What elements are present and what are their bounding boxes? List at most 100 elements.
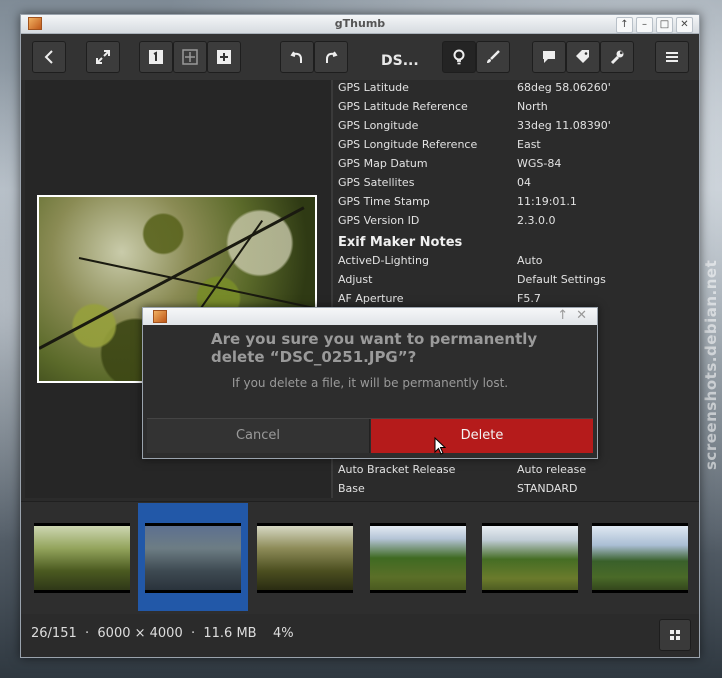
keep-above-button[interactable]: ↑ (616, 17, 633, 33)
property-value: North (517, 100, 548, 113)
status-bar: 26/151 · 6000 × 4000 · 11.6 MB 4% (21, 614, 699, 657)
dialog-controls: ↑ ✕ (557, 308, 587, 323)
thumbnail-image (34, 523, 130, 593)
wrench-icon (610, 50, 624, 65)
thumbnail[interactable] (363, 503, 473, 611)
property-value: F5.7 (517, 292, 541, 305)
thumbnail-image (257, 523, 353, 593)
tags-button[interactable] (566, 41, 600, 73)
properties-toggle-button[interactable] (442, 41, 476, 73)
property-row: Adjust Default Settings (338, 273, 688, 292)
document-title: DS... (381, 53, 419, 69)
thumbnail-strip (21, 501, 699, 615)
thumbnail[interactable] (585, 503, 695, 611)
property-value: 2.3.0.0 (517, 214, 556, 227)
rotate-left-icon (290, 51, 302, 63)
rotate-left-button[interactable] (280, 41, 314, 73)
thumbnail[interactable] (475, 503, 585, 611)
main-menu-button[interactable] (655, 41, 689, 73)
back-button[interactable] (32, 41, 66, 73)
one-to-one-icon (149, 50, 163, 64)
property-row: GPS Time Stamp 11:19:01.1 (338, 195, 688, 214)
delete-button[interactable]: Delete (371, 419, 593, 453)
property-key: GPS Satellites (338, 176, 415, 189)
tag-icon (576, 50, 589, 63)
edit-tools-button[interactable] (476, 41, 510, 73)
main-toolbar: DS... (21, 34, 699, 80)
fullscreen-button[interactable] (86, 41, 120, 73)
tools-button[interactable] (600, 41, 634, 73)
lightbulb-icon (453, 49, 465, 65)
property-value: Auto (517, 254, 543, 267)
property-key: Auto Bracket Release (338, 463, 456, 476)
comment-button[interactable] (532, 41, 566, 73)
grid-icon (670, 630, 680, 640)
dialog-close-button[interactable]: ✕ (576, 308, 587, 323)
app-icon (153, 310, 167, 323)
dialog-keep-above-button[interactable]: ↑ (557, 308, 568, 323)
dialog-secondary-text: If you delete a file, it will be permane… (231, 376, 509, 390)
minimize-button[interactable]: – (636, 17, 653, 33)
dialog-button-row: Cancel Delete (147, 418, 593, 453)
property-key: Adjust (338, 273, 373, 286)
property-row: ActiveD-Lighting Auto (338, 254, 688, 273)
property-value: East (517, 138, 541, 151)
property-value: WGS-84 (517, 157, 562, 170)
property-key: GPS Latitude (338, 81, 409, 94)
property-row: GPS Longitude Reference East (338, 138, 688, 157)
cancel-button[interactable]: Cancel (147, 419, 370, 453)
delete-confirm-dialog: ↑ ✕ Are you sure you want to permanently… (142, 307, 598, 459)
thumbnail[interactable] (250, 503, 360, 611)
property-value: Default Settings (517, 273, 606, 286)
property-row: GPS Version ID 2.3.0.0 (338, 214, 688, 233)
image-info: 26/151 · 6000 × 4000 · 11.6 MB (31, 626, 257, 641)
property-row: GPS Satellites 04 (338, 176, 688, 195)
property-key: GPS Latitude Reference (338, 100, 468, 113)
property-value: 33deg 11.08390' (517, 119, 611, 132)
zoom-fit-button[interactable] (173, 41, 207, 73)
mouse-pointer-icon (434, 437, 446, 455)
property-key: GPS Version ID (338, 214, 420, 227)
zoom-fit-icon (182, 49, 198, 65)
window-titlebar[interactable]: gThumb ↑ – □ ✕ (21, 15, 699, 34)
zoom-in-button[interactable] (207, 41, 241, 73)
thumbnail[interactable] (27, 503, 137, 611)
property-value: 11:19:01.1 (517, 195, 577, 208)
property-value: STANDARD (517, 482, 578, 495)
plus-icon (217, 50, 231, 64)
dialog-primary-text: Are you sure you want to permanently del… (211, 330, 538, 366)
property-value: 04 (517, 176, 531, 189)
property-key: Base (338, 482, 365, 495)
close-window-button[interactable]: ✕ (676, 17, 693, 33)
window-controls: ↑ – □ ✕ (616, 17, 693, 33)
thumbnail-image (592, 523, 688, 593)
property-row: GPS Latitude 68deg 58.06260' (338, 81, 688, 100)
property-row: GPS Latitude Reference North (338, 100, 688, 119)
thumbnail-image (145, 523, 241, 593)
browser-grid-button[interactable] (659, 619, 691, 651)
rotate-right-button[interactable] (314, 41, 348, 73)
property-value: Auto release (517, 463, 587, 476)
window-title: gThumb (334, 17, 386, 30)
property-value: 68deg 58.06260' (517, 81, 611, 94)
dialog-titlebar[interactable]: ↑ ✕ (143, 308, 597, 325)
property-key: GPS Time Stamp (338, 195, 430, 208)
property-row: Auto Bracket Release Auto release (338, 463, 688, 482)
watermark-text: screenshots.debian.net (702, 259, 720, 470)
property-key: GPS Longitude Reference (338, 138, 478, 151)
property-row: Base STANDARD (338, 482, 688, 498)
zoom-level: 4% (273, 626, 294, 641)
property-key: AF Aperture (338, 292, 404, 305)
maximize-button[interactable]: □ (656, 17, 673, 33)
property-key: GPS Longitude (338, 119, 419, 132)
thumbnail-selected[interactable] (138, 503, 248, 611)
view-original-size-button[interactable] (139, 41, 173, 73)
chevron-left-icon (44, 50, 53, 64)
property-key: GPS Map Datum (338, 157, 428, 170)
fullscreen-icon (96, 50, 110, 64)
property-row: GPS Longitude 33deg 11.08390' (338, 119, 688, 138)
rotate-right-icon (326, 51, 338, 63)
property-key: ActiveD-Lighting (338, 254, 429, 267)
hamburger-menu-icon (666, 52, 678, 62)
comment-icon (543, 51, 555, 63)
